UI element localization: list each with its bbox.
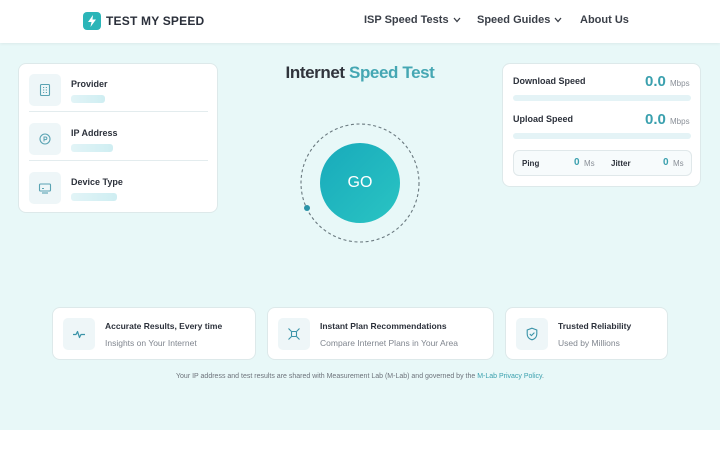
location-pin-icon [29,123,61,155]
upload-speed-value: 0.0 [645,111,666,128]
upload-speed-unit: Mbps [670,117,690,126]
nav-speed-guides[interactable]: Speed Guides [477,14,562,26]
gauge-indicator-dot [304,205,310,211]
device-type-row: Device Type [29,164,208,210]
ping-label: Ping [522,159,540,168]
feature-title: Instant Plan Recommendations [320,321,447,331]
monitor-icon [29,172,61,204]
speed-results-card: Download Speed 0.0 Mbps Upload Speed 0.0… [502,63,701,187]
nav-isp-speed-tests-label: ISP Speed Tests [364,14,449,26]
download-progress-bar [513,95,691,101]
jitter-unit: Ms [673,159,684,168]
upload-speed-label: Upload Speed [513,114,574,124]
footnote-end: . [542,373,544,380]
lightning-icon [83,12,101,30]
ip-address-label: IP Address [71,128,118,138]
connection-info-card: Provider IP Address Device Type [18,63,218,213]
feature-subtitle: Compare Internet Plans in Your Area [320,338,458,348]
chevron-down-icon [554,14,562,26]
feature-card-recommendations: Instant Plan Recommendations Compare Int… [267,307,494,360]
ip-address-row: IP Address [29,115,208,161]
feature-title: Accurate Results, Every time [105,321,223,331]
speed-test-section: Provider IP Address Device Type Internet… [0,43,720,430]
device-type-value-placeholder [71,193,117,201]
logo-text: TEST MY SPEED [106,14,205,28]
go-button[interactable]: GO [320,143,400,223]
feature-title: Trusted Reliability [558,321,632,331]
ping-jitter-box: Ping 0 Ms Jitter 0 Ms [513,150,692,176]
nav-speed-guides-label: Speed Guides [477,14,551,26]
compare-icon [278,318,310,350]
ping-value: 0 [574,157,580,168]
feature-card-accurate: Accurate Results, Every time Insights on… [52,307,256,360]
chevron-down-icon [453,14,461,26]
device-type-label: Device Type [71,177,123,187]
ip-address-value-placeholder [71,144,113,152]
jitter-label: Jitter [611,159,631,168]
nav-isp-speed-tests[interactable]: ISP Speed Tests [364,14,461,26]
nav-about-us-label: About Us [580,14,629,26]
page-title-part2: Speed Test [344,63,435,82]
download-speed-label: Download Speed [513,76,586,86]
site-header: TEST MY SPEED ISP Speed Tests Speed Guid… [0,0,720,43]
page-title-part1: Internet [285,63,346,82]
feature-card-reliability: Trusted Reliability Used by Millions [505,307,668,360]
provider-value-placeholder [71,95,105,103]
mlab-privacy-policy-link[interactable]: M-Lab Privacy Policy [477,373,542,380]
upload-progress-bar [513,133,691,139]
logo[interactable]: TEST MY SPEED [83,12,204,30]
feature-subtitle: Insights on Your Internet [105,338,197,348]
shield-check-icon [516,318,548,350]
download-speed-value: 0.0 [645,73,666,90]
pulse-icon [63,318,95,350]
jitter-value: 0 [663,157,669,168]
privacy-footnote: Your IP address and test results are sha… [0,373,720,380]
feature-subtitle: Used by Millions [558,338,620,348]
footnote-text: Your IP address and test results are sha… [176,373,478,380]
download-speed-unit: Mbps [670,79,690,88]
nav-about-us[interactable]: About Us [580,14,629,26]
ping-unit: Ms [584,159,595,168]
